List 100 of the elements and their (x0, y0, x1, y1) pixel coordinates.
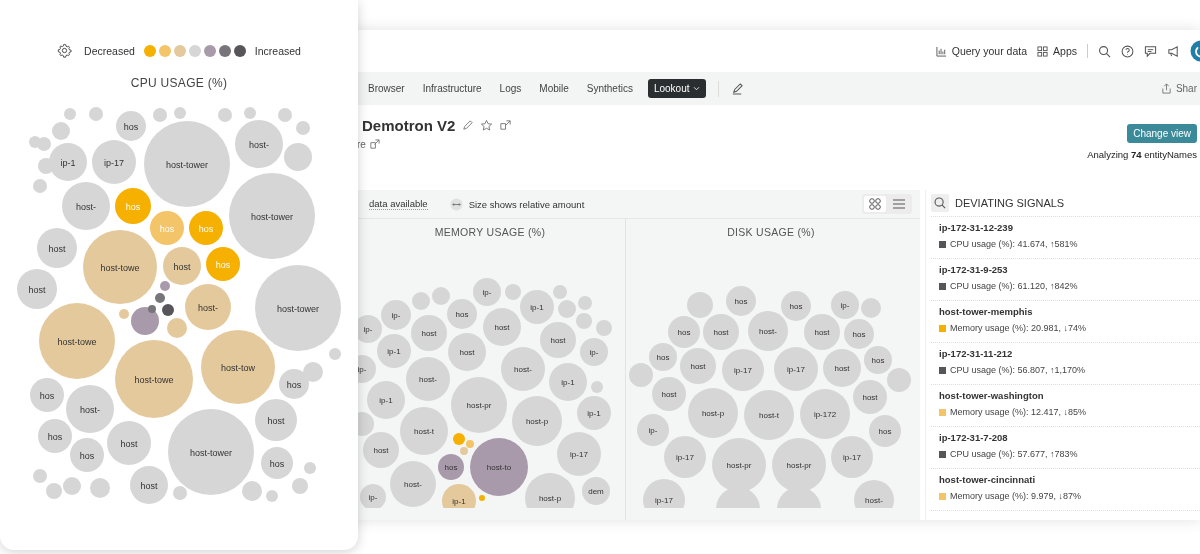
grid-view-icon[interactable] (864, 196, 886, 212)
nav-tab[interactable]: Infrastructure (419, 79, 485, 98)
bubble (52, 122, 70, 140)
nav-tab[interactable]: Browser (365, 79, 408, 98)
bubble: host- (406, 357, 450, 401)
bubble: ip- (580, 338, 608, 366)
pencil-icon[interactable] (730, 82, 744, 95)
search-icon[interactable] (1098, 44, 1111, 58)
bubble: host (680, 348, 716, 384)
bubble: host (540, 322, 576, 358)
help-icon[interactable] (1121, 44, 1134, 58)
bubble: host- (501, 347, 545, 391)
nav-tab[interactable]: Synthetics (583, 79, 636, 98)
bubble (777, 487, 821, 508)
bubble: hos (70, 438, 104, 472)
bubble: hos (38, 419, 72, 453)
bubble (29, 136, 41, 148)
bubble: hos (668, 316, 700, 348)
bubble (153, 108, 167, 122)
bubble (167, 318, 187, 338)
pencil-icon[interactable] (461, 119, 475, 132)
bubble: host (17, 269, 57, 309)
topbar-link[interactable]: Apps (1037, 45, 1077, 57)
signal-metric: CPU usage (%): 61.120, ↑842% (950, 281, 1078, 291)
bubble (329, 348, 341, 360)
star-icon[interactable] (480, 119, 494, 132)
bubble: ip- (355, 315, 382, 343)
bubble: ip-17 (664, 436, 706, 478)
change-view-button[interactable]: Change view (1127, 124, 1197, 143)
share-button[interactable]: Shar (1160, 83, 1197, 94)
bubble (553, 285, 567, 299)
bubble: hos (869, 415, 901, 447)
bubble: host (483, 308, 521, 346)
grid-icon (1037, 45, 1049, 57)
bubble: hos (447, 299, 477, 329)
bubble (576, 313, 592, 329)
bubble: host-tow (201, 330, 275, 404)
bubble: host (255, 399, 297, 441)
megaphone-icon[interactable] (1167, 44, 1180, 58)
bubble: host (853, 380, 887, 414)
bubble: ip- (637, 414, 669, 446)
bubble: host- (62, 182, 110, 230)
bubble: host (448, 333, 486, 371)
bubble (244, 107, 256, 119)
share-icon (1160, 83, 1172, 94)
bubble: host (163, 247, 201, 285)
bubble: host- (235, 120, 283, 168)
signal-metric: Memory usage (%): 12.417, ↓85% (950, 407, 1087, 417)
bubble: host (363, 432, 399, 468)
signal-name[interactable]: host-tower-washington (939, 390, 1197, 401)
signal-name[interactable]: ip-172-31-7-208 (939, 432, 1197, 443)
bubble: ip-1 (367, 381, 405, 419)
bubble: hos (261, 447, 293, 479)
nav-tab[interactable]: Logs (496, 79, 525, 98)
external-link-icon[interactable] (499, 119, 513, 132)
bubble (687, 292, 713, 318)
nav-tab[interactable]: Mobile (536, 79, 572, 98)
bubble: hos (279, 369, 309, 399)
page-title: Demotron V2 (362, 117, 456, 134)
bubble: ip-17 (774, 347, 818, 391)
data-available-link[interactable]: data available (369, 198, 428, 210)
signal-name[interactable]: host-tower-memphis (939, 306, 1197, 317)
settings-icon[interactable] (57, 43, 73, 58)
external-link[interactable]: re (357, 139, 513, 150)
bubble: ip-1 (577, 396, 611, 430)
bubble: host- (854, 480, 894, 508)
bubble: host-towe (83, 230, 157, 304)
bubble: host- (390, 461, 436, 507)
bubble: host (703, 314, 739, 350)
bubble (505, 284, 521, 300)
caret-icon (692, 86, 700, 91)
bubble (591, 381, 603, 393)
bubble (119, 309, 129, 319)
signal-metric: Memory usage (%): 9.979, ↓87% (950, 491, 1082, 501)
bubble: hos (116, 111, 146, 141)
signal-metric: CPU usage (%): 57.677, ↑783% (950, 449, 1078, 459)
bubble (33, 179, 47, 193)
legend-low-label: Decreased (84, 44, 135, 57)
signal-name[interactable]: host-tower-cincinnati (939, 474, 1197, 485)
bubble: ip- (360, 484, 386, 508)
bubble (558, 300, 576, 318)
signal-name[interactable]: ip-172-31-9-253 (939, 264, 1197, 275)
bubble: hos (726, 286, 756, 316)
bubble: hos (150, 211, 184, 245)
signal-metric: Memory usage (%): 20.981, ↓74% (950, 323, 1087, 333)
bubble (89, 107, 103, 121)
bubble: host- (185, 284, 231, 330)
legend-high-label: Increased (254, 44, 301, 57)
signal-name[interactable]: ip-172-31-11-212 (939, 348, 1197, 359)
nav-tab[interactable]: Lookout (647, 79, 706, 98)
feedback-icon[interactable] (1144, 44, 1157, 58)
bubble (266, 490, 278, 502)
signal-name[interactable]: ip-172-31-12-239 (939, 222, 1197, 233)
bubble: host-p (512, 396, 562, 446)
search-icon[interactable] (931, 194, 949, 212)
topbar-link[interactable]: Query your data (935, 45, 1028, 57)
bubble: host- (66, 385, 114, 433)
bubble: host (411, 315, 447, 351)
bubble (162, 304, 174, 316)
signal-metric: CPU usage (%): 56.807, ↑1,170% (950, 365, 1086, 375)
